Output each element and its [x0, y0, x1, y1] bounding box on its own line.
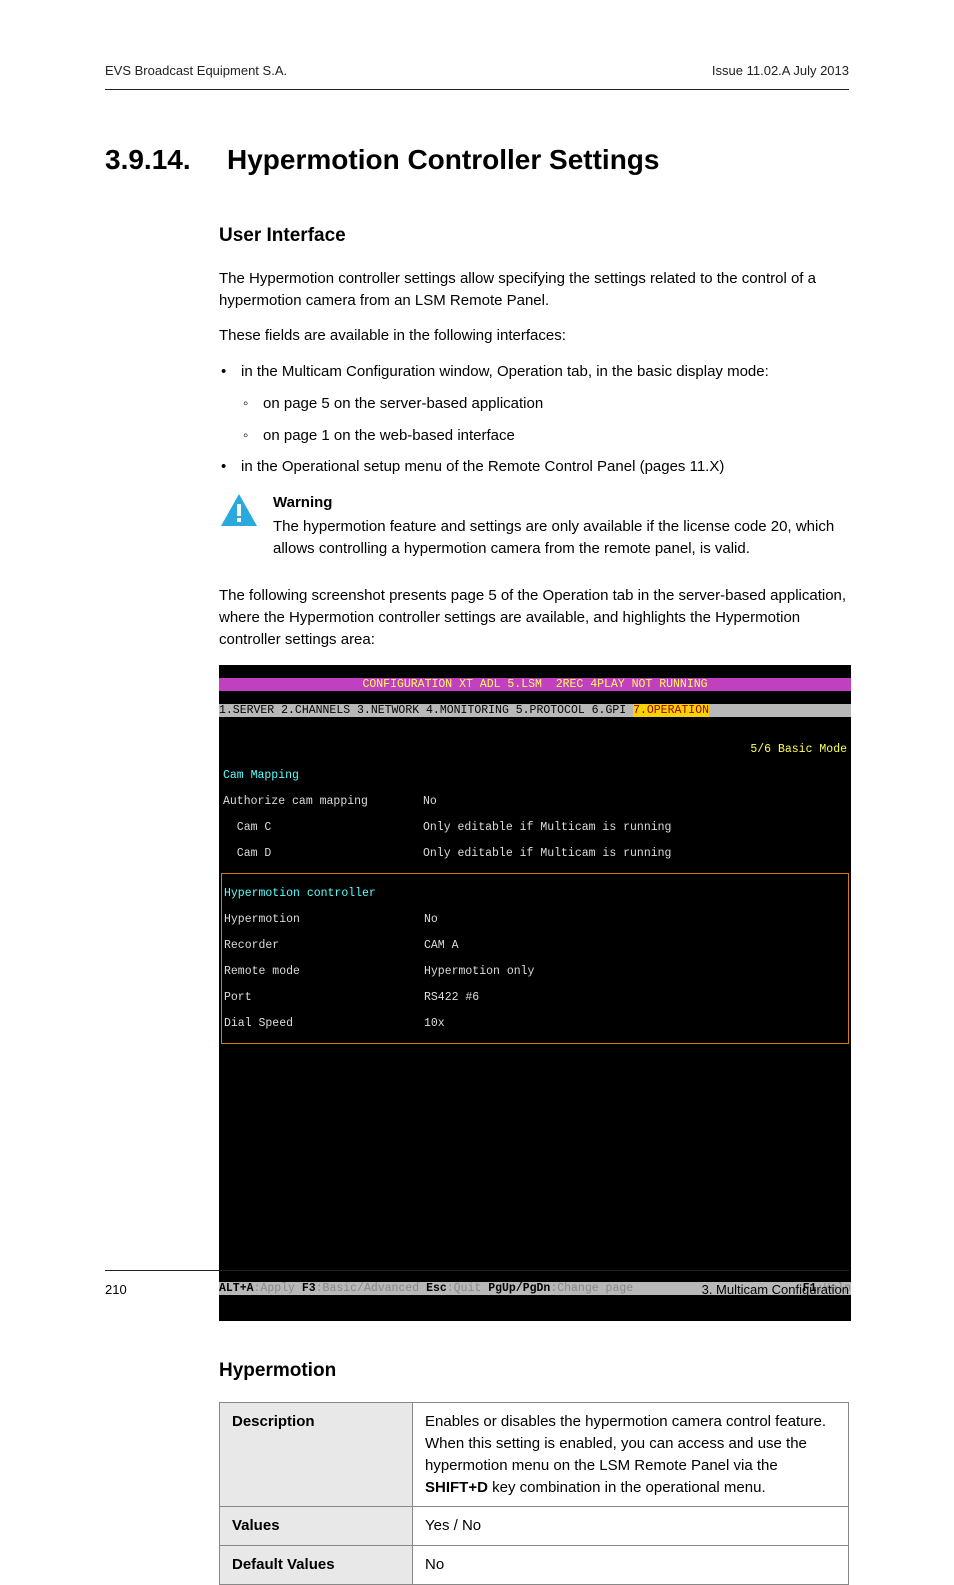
footer-page-number: 210 [105, 1281, 127, 1300]
table-cell: Enables or disables the hypermotion came… [413, 1403, 849, 1507]
term-pager: 5/6 Basic Mode [223, 743, 847, 756]
paragraph: The following screenshot presents page 5… [219, 585, 849, 650]
warning-body: The hypermotion feature and settings are… [273, 516, 849, 560]
term-row-key: Hypermotion [224, 913, 424, 926]
term-row-key: Remote mode [224, 965, 424, 978]
term-row-val: CAM A [424, 939, 459, 952]
footer-chapter: 3. Multicam Configuration [702, 1281, 849, 1300]
warning-title: Warning [273, 492, 849, 514]
page-footer: 210 3. Multicam Configuration [105, 1270, 849, 1300]
warning-icon [219, 492, 259, 528]
term-row-val: 10x [424, 1017, 445, 1030]
term-row-key: Cam C [223, 821, 423, 834]
term-row-key: Authorize cam mapping [223, 795, 423, 808]
term-row-key: Dial Speed [224, 1017, 424, 1030]
term-row-val: No [424, 913, 438, 926]
term-row-val: RS422 #6 [424, 991, 479, 1004]
subheading-hypermotion: Hypermotion [219, 1357, 849, 1385]
terminal-screenshot: CONFIGURATION XT ADL 5.LSM 2REC 4PLAY NO… [219, 665, 851, 1321]
term-section-head: Hypermotion controller [224, 887, 376, 900]
list-item-text: in the Multicam Configuration window, Op… [241, 363, 769, 380]
paragraph: The Hypermotion controller settings allo… [219, 268, 849, 312]
table-row: Default Values No [220, 1546, 849, 1585]
list-item: in the Multicam Configuration window, Op… [219, 361, 849, 446]
table-header-cell: Default Values [220, 1546, 413, 1585]
table-row: Values Yes / No [220, 1507, 849, 1546]
bullet-sublist: on page 5 on the server-based applicatio… [241, 393, 849, 447]
term-row-key: Recorder [224, 939, 424, 952]
term-row-key: Cam D [223, 847, 423, 860]
param-table: Description Enables or disables the hype… [219, 1402, 849, 1585]
term-tab-active: 7.OPERATION [633, 704, 709, 717]
term-title: CONFIGURATION XT ADL 5.LSM 2REC 4PLAY NO… [362, 678, 707, 691]
table-header-cell: Values [220, 1507, 413, 1546]
term-section-head: Cam Mapping [223, 769, 299, 782]
list-item: in the Operational setup menu of the Rem… [219, 456, 849, 478]
section-heading: 3.9.14. Hypermotion Controller Settings [105, 140, 849, 181]
subheading-user-interface: User Interface [219, 222, 849, 250]
page-header: EVS Broadcast Equipment S.A. Issue 11.02… [105, 62, 849, 90]
paragraph: These fields are available in the follow… [219, 325, 849, 347]
table-cell: Yes / No [413, 1507, 849, 1546]
header-left: EVS Broadcast Equipment S.A. [105, 62, 287, 81]
section-number: 3.9.14. [105, 140, 197, 181]
term-row-key: Port [224, 991, 424, 1004]
table-cell: No [413, 1546, 849, 1585]
term-row-val: Only editable if Multicam is running [423, 821, 671, 834]
warning-callout: Warning The hypermotion feature and sett… [219, 492, 849, 559]
list-item: on page 1 on the web-based interface [241, 425, 849, 447]
table-row: Description Enables or disables the hype… [220, 1403, 849, 1507]
term-row-val: Hypermotion only [424, 965, 534, 978]
list-item: on page 5 on the server-based applicatio… [241, 393, 849, 415]
bullet-list: in the Multicam Configuration window, Op… [219, 361, 849, 478]
header-right: Issue 11.02.A July 2013 [712, 62, 849, 81]
term-row-val: Only editable if Multicam is running [423, 847, 671, 860]
term-row-val: No [423, 795, 437, 808]
section-title: Hypermotion Controller Settings [227, 140, 659, 181]
term-tabs: 1.SERVER 2.CHANNELS 3.NETWORK 4.MONITORI… [219, 704, 633, 717]
table-header-cell: Description [220, 1403, 413, 1507]
